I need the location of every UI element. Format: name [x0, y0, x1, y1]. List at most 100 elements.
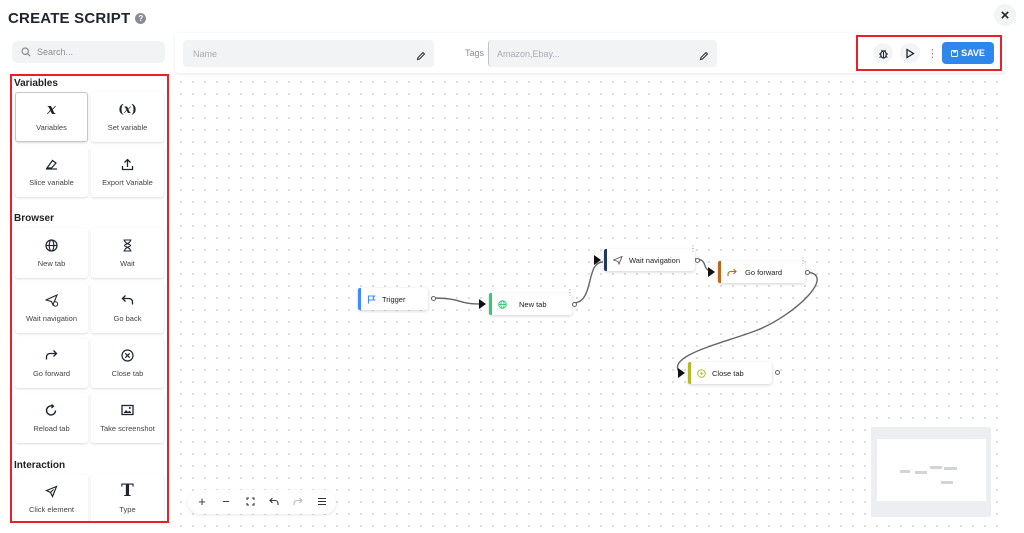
node-wait-navigation[interactable]: Wait navigation ⋮ [594, 244, 700, 271]
tile-label: Wait navigation [26, 314, 77, 323]
save-label: SAVE [961, 48, 985, 58]
input-port[interactable] [678, 368, 685, 378]
tags-field[interactable] [488, 40, 717, 67]
output-port[interactable] [431, 296, 436, 301]
node-label: New tab [519, 299, 547, 309]
variable-x-icon: x [47, 100, 56, 118]
node-palette: Variables x Variables (x) Set variable S… [10, 74, 169, 523]
node-color-bar [358, 288, 361, 310]
tile-click-element[interactable]: Click element [15, 474, 88, 521]
tile-set-variable[interactable]: (x) Set variable [91, 92, 164, 142]
undo-icon[interactable] [265, 492, 283, 510]
close-icon[interactable]: × [994, 4, 1016, 26]
globe-icon [45, 238, 58, 252]
pencil-icon[interactable] [699, 48, 709, 61]
minimap-node [930, 466, 942, 469]
redo-icon[interactable] [289, 492, 307, 510]
go-forward-icon [727, 268, 737, 276]
search-icon [21, 47, 31, 57]
tile-label: Go back [113, 314, 142, 323]
help-circle-icon[interactable]: ? [135, 12, 147, 24]
export-icon [121, 157, 134, 171]
tile-label: New tab [37, 259, 66, 268]
canvas-controls: + − [188, 490, 336, 514]
minimap[interactable] [871, 427, 991, 517]
tile-slice-variable[interactable]: Slice variable [15, 147, 88, 197]
tile-export-variable[interactable]: Export Variable [91, 147, 164, 197]
go-forward-icon [45, 348, 58, 362]
tile-label: Click element [28, 505, 74, 514]
node-color-bar [604, 249, 607, 271]
tags-label: Tags [465, 48, 485, 58]
zoom-in-icon[interactable]: + [193, 492, 211, 510]
tile-reload-tab[interactable]: Reload tab [15, 393, 88, 443]
tile-label: Take screenshot [100, 424, 155, 433]
output-port[interactable] [572, 302, 577, 307]
navigation-icon [613, 255, 623, 265]
tile-variables[interactable]: x Variables [15, 92, 88, 142]
search-box[interactable] [12, 41, 165, 63]
node-go-forward[interactable]: Go forward ⋮ [708, 256, 810, 283]
type-icon: T [121, 481, 134, 501]
tile-go-back[interactable]: Go back [91, 283, 164, 333]
node-label: Go forward [745, 267, 783, 277]
name-field[interactable] [183, 40, 434, 67]
tile-label: Type [119, 505, 136, 514]
input-port[interactable] [708, 267, 715, 277]
kebab-icon[interactable]: ⋮ [927, 47, 938, 60]
tile-go-forward[interactable]: Go forward [15, 338, 88, 388]
tile-label: Wait [120, 259, 135, 268]
tile-label: Export Variable [102, 178, 153, 187]
tile-wait[interactable]: Wait [91, 228, 164, 278]
minimap-viewport[interactable] [877, 439, 986, 501]
output-port[interactable] [805, 270, 810, 275]
node-label: Trigger [382, 294, 406, 304]
tile-label: Close tab [111, 369, 144, 378]
node-trigger[interactable]: Trigger [358, 288, 436, 310]
menu-icon[interactable] [313, 492, 331, 510]
node-close-tab[interactable]: Close tab [678, 362, 780, 384]
edge-goforward-closetab [676, 271, 818, 374]
go-back-icon [121, 293, 134, 307]
play-icon[interactable] [900, 43, 920, 63]
pencil-icon[interactable] [416, 48, 426, 61]
output-port[interactable] [695, 258, 700, 263]
hourglass-icon [122, 238, 133, 252]
section-title-interaction: Interaction [14, 460, 66, 471]
flag-icon [367, 294, 376, 303]
tile-wait-navigation[interactable]: Wait navigation [15, 283, 88, 333]
tile-take-screenshot[interactable]: Take screenshot [91, 393, 164, 443]
tile-label: Variables [36, 123, 67, 132]
title-bar: CREATE SCRIPT ? [8, 8, 147, 28]
minimap-node [900, 470, 910, 473]
bug-icon[interactable] [873, 43, 893, 63]
node-menu-icon[interactable]: ⋮ [689, 244, 697, 253]
node-menu-icon[interactable]: ⋮ [566, 288, 574, 297]
edge-newtab-waitnav [572, 261, 604, 304]
cursor-click-icon [45, 484, 58, 498]
node-menu-icon[interactable]: ⋮ [799, 256, 807, 265]
node-color-bar [688, 362, 691, 384]
screenshot-icon [121, 403, 134, 417]
tile-type[interactable]: T Type [91, 474, 164, 521]
tile-close-tab[interactable]: Close tab [91, 338, 164, 388]
save-icon [951, 49, 959, 57]
tile-label: Set variable [107, 123, 148, 132]
tile-new-tab[interactable]: New tab [15, 228, 88, 278]
search-input[interactable] [37, 47, 157, 57]
node-new-tab[interactable]: New tab ⋮ [479, 288, 577, 315]
tags-input[interactable] [497, 48, 697, 59]
section-title-variables: Variables [14, 78, 58, 89]
sidebar: Variables x Variables (x) Set variable S… [0, 32, 174, 528]
save-button[interactable]: SAVE [942, 42, 994, 64]
input-port[interactable] [594, 255, 601, 265]
zoom-out-icon[interactable]: − [217, 492, 235, 510]
set-variable-icon: (x) [118, 102, 137, 116]
edge-trigger-newtab [430, 297, 482, 305]
input-port[interactable] [479, 299, 486, 309]
output-port[interactable] [775, 370, 780, 375]
node-color-bar [718, 261, 721, 283]
navigation-icon [44, 293, 59, 307]
name-input[interactable] [193, 48, 393, 59]
fit-view-icon[interactable] [241, 492, 259, 510]
